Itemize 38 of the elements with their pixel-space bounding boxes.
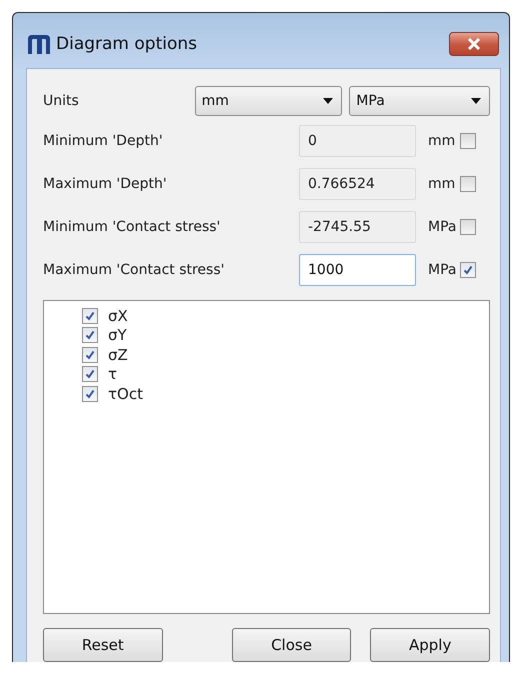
reset-button[interactable]: Reset xyxy=(43,628,163,662)
checkbox[interactable] xyxy=(82,386,98,402)
unit-label: mm xyxy=(427,176,456,192)
field-label: Minimum 'Contact stress' xyxy=(43,218,222,234)
checkbox[interactable] xyxy=(82,346,98,363)
list-item-label: τOct xyxy=(108,384,143,403)
check-icon xyxy=(84,310,96,322)
caret-icon xyxy=(323,98,334,104)
apply-button[interactable]: Apply xyxy=(370,628,490,662)
length-unit-dropdown[interactable]: mm xyxy=(194,86,342,116)
check-icon xyxy=(462,264,474,276)
field-label: Minimum 'Depth' xyxy=(43,132,164,148)
check-icon xyxy=(84,388,96,400)
unit-label: MPa xyxy=(427,218,458,234)
checkbox[interactable] xyxy=(82,366,98,382)
field-label: Maximum 'Contact stress' xyxy=(43,262,226,278)
list-item-label: σY xyxy=(108,326,127,344)
checkbox[interactable] xyxy=(460,262,476,278)
check-icon xyxy=(84,368,96,380)
field-label: Maximum 'Depth' xyxy=(43,176,168,192)
unit-label: MPa xyxy=(427,262,458,278)
checkbox[interactable] xyxy=(82,308,98,324)
caret-icon xyxy=(470,98,481,104)
stress-unit-dropdown[interactable]: MPa xyxy=(349,86,490,116)
close-icon xyxy=(466,38,482,50)
close-button[interactable]: Close xyxy=(232,628,352,662)
checkbox[interactable] xyxy=(82,327,98,344)
list-item-label: σX xyxy=(108,306,128,325)
field-label: Units xyxy=(43,93,80,109)
input-field[interactable]: 1000 xyxy=(299,254,416,286)
check-icon xyxy=(84,348,96,361)
check-icon xyxy=(84,329,96,342)
app-logo-icon xyxy=(26,33,52,55)
list-item-label: σZ xyxy=(108,346,128,364)
close-button[interactable] xyxy=(449,32,499,56)
window-title: Diagram options xyxy=(56,34,198,54)
unit-label: mm xyxy=(427,132,456,148)
list-item-label: τ xyxy=(108,365,118,384)
